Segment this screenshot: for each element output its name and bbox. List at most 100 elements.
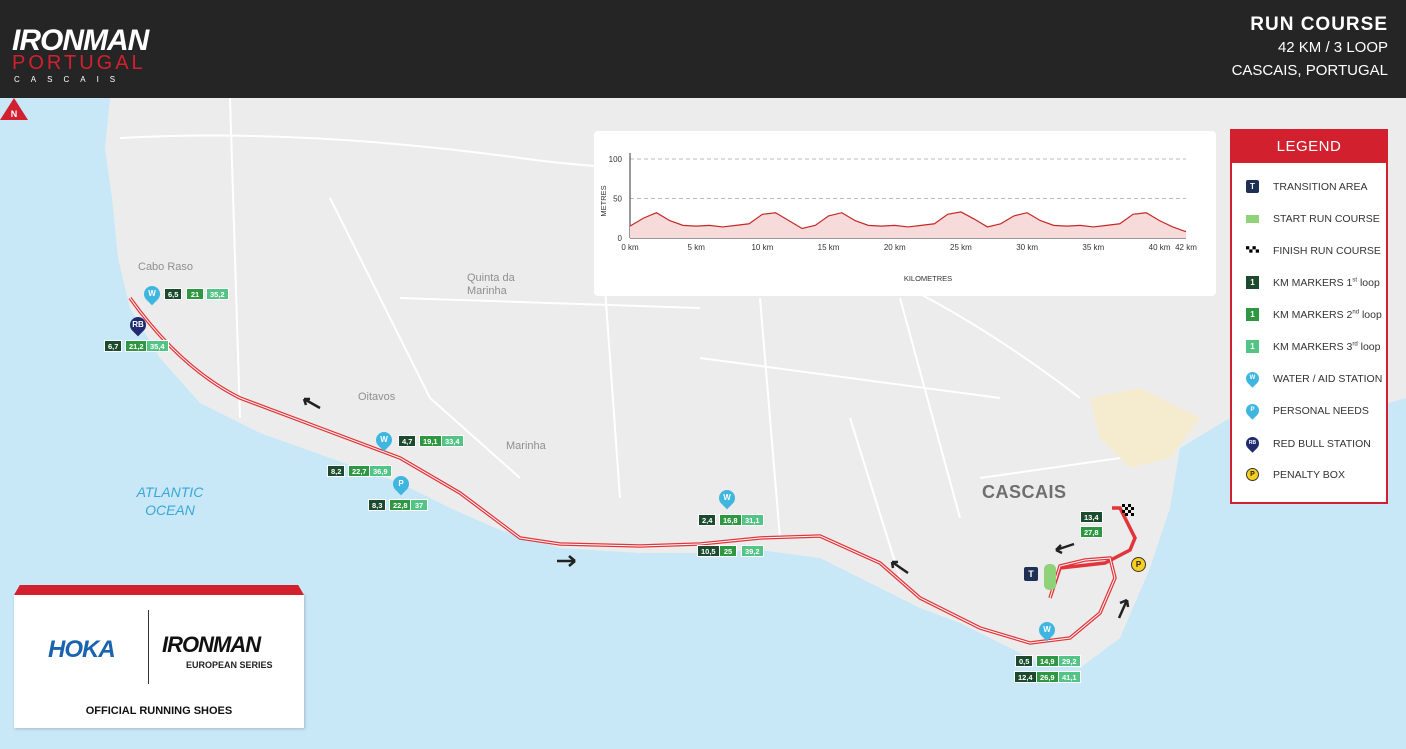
hoka-logo: HOKA [48,636,116,663]
km-marker-loop3: 35,2 [206,288,229,300]
km-marker-loop1: 4,7 [398,435,417,447]
x-tick-label: 42 km [1175,243,1197,252]
legend-label: TRANSITION AREA [1273,181,1368,193]
place-quinta-line2: Marinha [467,285,507,297]
elevation-area [630,211,1186,238]
ocean-label-line2: OCEAN [145,502,195,518]
y-tick-label: 0 [618,234,623,243]
sponsor-divider [148,610,149,684]
elevation-chart: 100 50 00 km 5 km 10 km 15 km 20 km 25 km 30 km 3… [599,153,1197,283]
water-station-icon: W [1035,618,1059,642]
km-marker-loop1: 0,5 [1015,655,1034,667]
km-marker-loop2: 27,8 [1080,526,1103,538]
direction-arrow-icon [302,397,321,410]
km-marker-loop1: 13,4 [1080,511,1103,523]
legend-label: KM MARKERS 3rd loop [1273,341,1381,353]
km-marker-loop3: 35,4 [146,340,169,352]
water-drop-icon: W [1243,369,1262,388]
legend-label: KM MARKERS 2nd loop [1273,309,1382,321]
km-marker-loop3: 41,1 [1058,671,1081,683]
km-marker-loop2: 21 [186,288,204,300]
map-area[interactable]: N Cabo Raso Quinta da Marinha Oitavos Ma… [0,98,1406,749]
official-shoes-caption: OFFICIAL RUNNING SHOES [85,705,233,717]
legend-label: KM MARKERS 1st loop [1273,277,1380,289]
x-tick-label: 25 km [950,243,972,252]
transition-icon: T [1246,180,1259,193]
km-loop1-icon: 1 [1246,276,1259,289]
ocean-label-line1: ATLANTIC [136,484,204,500]
sponsor-card: HOKA IRONMAN EUROPEAN SERIES OFFICIAL RU… [14,585,304,728]
legend-label: START RUN COURSE [1273,213,1380,225]
penalty-icon: P [1246,468,1259,481]
place-cascais: CASCAIS [982,482,1067,502]
x-tick-label: 30 km [1016,243,1038,252]
direction-arrow-icon [890,560,909,574]
direction-arrow-icon [1055,542,1075,555]
x-axis-label: KILOMETRES [904,274,952,283]
legend-label: PENALTY BOX [1273,469,1345,481]
km-marker-loop3: 36,9 [369,465,392,477]
km-marker-loop3: 33,4 [441,435,464,447]
ocean-label: ATLANTIC OCEAN [130,483,210,519]
logo-cascais-text: CASCAIS [14,75,127,84]
transition-area-icon: T [1024,567,1038,581]
km-marker-loop3: 39,2 [741,545,764,557]
place-marinha: Marinha [506,440,546,452]
svg-text:N: N [11,109,18,119]
logo-portugal-text: PORTUGAL [12,52,146,74]
start-icon [1246,215,1259,223]
elevation-profile: 100 50 0 0 km 5 km 10 km 15 km 20 km 25 km 30 km 3… [594,131,1216,296]
finish-flag-icon [1122,504,1134,516]
course-title: RUN COURSE [1250,14,1388,35]
km-marker-loop1: 6,7 [104,340,123,352]
km-loop3-icon: 1 [1246,340,1259,353]
km-marker-loop2: 26,9 [1036,671,1059,683]
course-title-block: RUN COURSE 42 KM / 3 LOOP CASCAIS, PORTU… [1232,14,1388,82]
legend-label: WATER / AID STATION [1273,373,1383,385]
water-station-icon: W [372,428,396,452]
km-marker-loop1: 8,2 [327,465,346,477]
x-tick-label: 35 km [1082,243,1104,252]
km-marker-loop1: 10,5 [697,545,720,557]
km-marker-loop2: 22,7 [348,465,371,477]
start-area [1044,564,1056,590]
penalty-box-icon: P [1131,557,1146,572]
redbull-drop-icon: RB [1243,434,1262,453]
course-location: CASCAIS, PORTUGAL [1231,62,1388,79]
km-marker-loop1: 6,5 [164,288,183,300]
km-marker-loop2: 14,9 [1036,655,1059,667]
legend-panel: LEGEND T TRANSITION AREA START RUN COURS… [1230,129,1388,504]
km-marker-loop2: 22,8 [389,499,412,511]
place-cabo-raso: Cabo Raso [138,261,194,273]
x-tick-label: 15 km [818,243,840,252]
water-station-icon: W [715,486,739,510]
y-axis-label: METRES [599,185,608,216]
x-tick-label: 5 km [688,243,706,252]
course-distance: 42 KM / 3 LOOP [1277,39,1388,56]
x-tick-label: 20 km [884,243,906,252]
direction-arrow-icon [557,555,576,567]
legend-label: FINISH RUN COURSE [1273,245,1381,257]
km-marker-loop3: 37 [410,499,428,511]
north-arrow-icon: N [0,98,28,120]
personal-needs-icon: P [389,472,413,496]
place-quinta-line1: Quinta da [467,272,515,284]
header-bar: IRONMAN PORTUGAL CASCAIS RUN COURSE 42 K… [0,0,1406,98]
event-logo: IRONMAN PORTUGAL CASCAIS [12,12,172,84]
km-marker-loop2: 25 [719,545,737,557]
km-marker-loop2: 19,1 [419,435,442,447]
km-marker-loop2: 16,8 [719,514,742,526]
km-marker-loop1: 12,4 [1014,671,1037,683]
legend-label: RED BULL STATION [1273,438,1371,450]
personal-drop-icon: P [1243,401,1262,420]
km-marker-loop2: 21,2 [125,340,148,352]
km-loop2-icon: 1 [1246,308,1259,321]
x-tick-label: 10 km [751,243,773,252]
km-marker-loop3: 31,1 [741,514,764,526]
sponsor-topbar [14,585,304,595]
x-tick-label: 0 km [621,243,639,252]
x-tick-label: 40 km [1149,243,1171,252]
water-station-icon: W [140,282,164,306]
finish-flag-icon [1246,246,1259,253]
direction-arrow-icon [1117,598,1130,619]
